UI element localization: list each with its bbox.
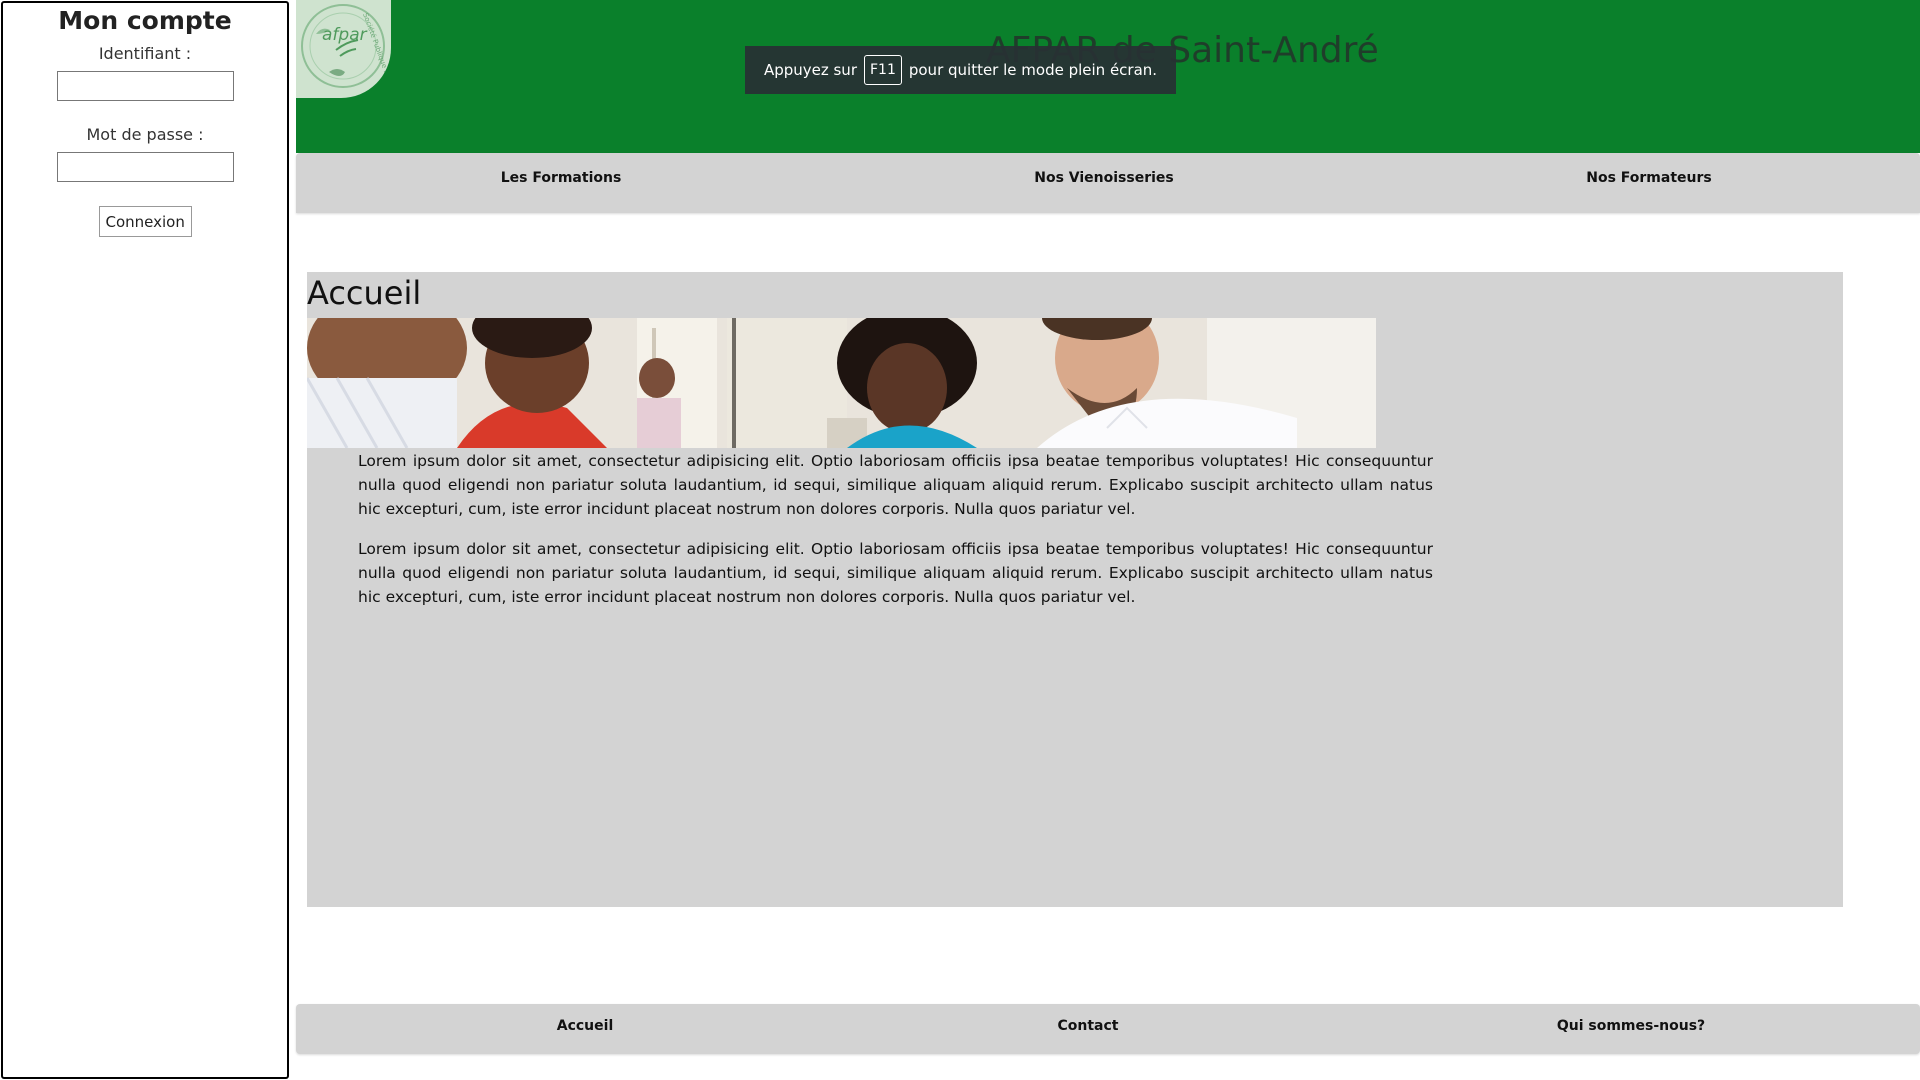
footer-qui-sommes-nous[interactable]: Qui sommes-nous? xyxy=(1557,1018,1705,1034)
account-sidebar: Mon compte Identifiant : Mot de passe : … xyxy=(1,1,289,1079)
footer-nav: Accueil Contact Qui sommes-nous? xyxy=(296,1004,1920,1054)
fullscreen-notice-before: Appuyez sur xyxy=(763,61,857,79)
login-button[interactable]: Connexion xyxy=(98,206,192,237)
top-nav: Les Formations Nos Vienoisseries Nos For… xyxy=(296,153,1920,213)
identifiant-input[interactable] xyxy=(56,71,234,101)
content-text: Lorem ipsum dolor sit amet, consectetur … xyxy=(358,449,1433,625)
password-input[interactable] xyxy=(56,152,234,182)
footer-contact[interactable]: Contact xyxy=(1058,1018,1119,1034)
footer-accueil[interactable]: Accueil xyxy=(557,1018,614,1034)
logo-graphic: afpar Société Publique Locale xyxy=(301,4,391,93)
logo-text: afpar xyxy=(322,25,368,45)
paragraph-1: Lorem ipsum dolor sit amet, consectetur … xyxy=(358,452,1433,518)
banner-image xyxy=(307,318,1376,448)
main-content: Accueil Lorem ipsum dolor sit amet, cons… xyxy=(307,272,1843,907)
f11-key: F11 xyxy=(863,55,902,85)
nav-formations[interactable]: Les Formations xyxy=(501,170,622,186)
identifiant-label: Identifiant : xyxy=(98,44,192,63)
banner-photo xyxy=(307,318,1376,448)
page-title: Accueil xyxy=(307,274,422,312)
fullscreen-notice: Appuyez sur F11 pour quitter le mode ple… xyxy=(745,46,1176,94)
account-title: Mon compte xyxy=(58,6,232,35)
nav-formateurs[interactable]: Nos Formateurs xyxy=(1586,170,1712,186)
fullscreen-notice-after: pour quitter le mode plein écran. xyxy=(908,61,1158,79)
afpar-logo[interactable]: afpar Société Publique Locale xyxy=(296,0,391,98)
nav-vienoisseries[interactable]: Nos Vienoisseries xyxy=(1034,170,1174,186)
password-label: Mot de passe : xyxy=(86,125,204,144)
paragraph-2: Lorem ipsum dolor sit amet, consectetur … xyxy=(358,540,1433,606)
